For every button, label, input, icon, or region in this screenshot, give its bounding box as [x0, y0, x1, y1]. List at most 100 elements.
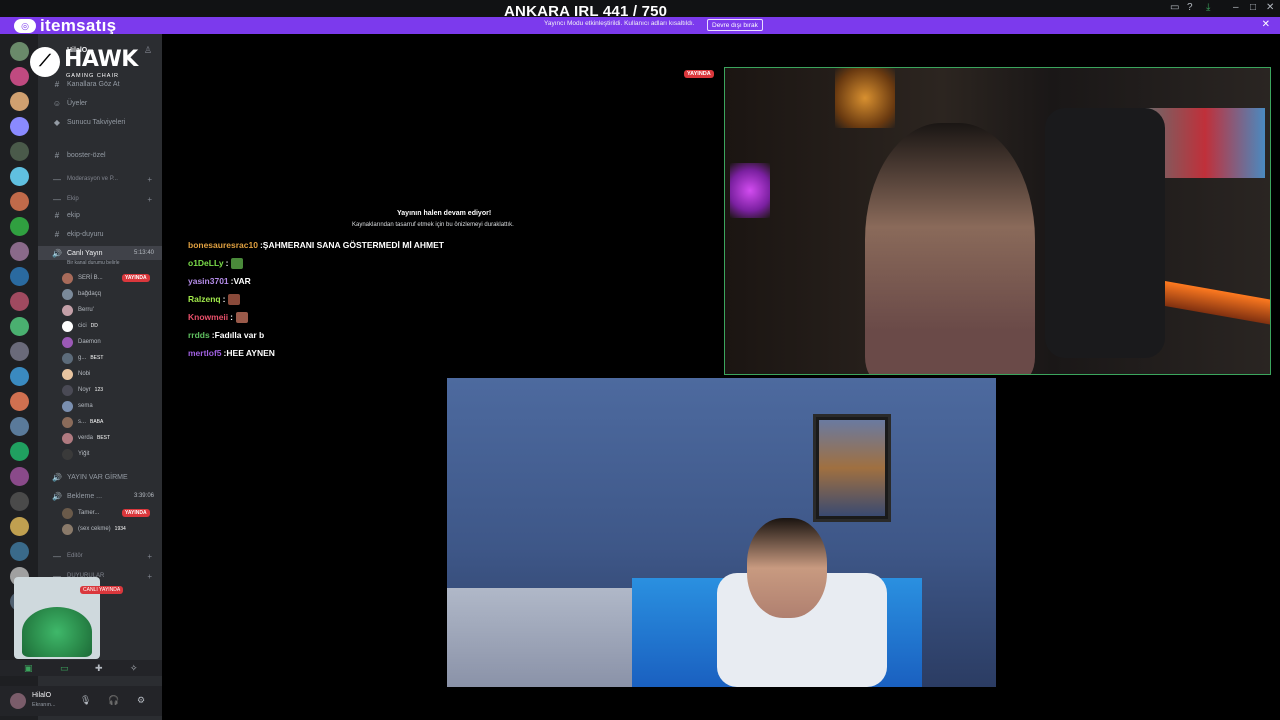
voice-member[interactable]: Tamer... YAYINDA [62, 506, 162, 520]
server-icon[interactable] [10, 292, 29, 311]
stream-live-badge: YAYINDA [684, 70, 714, 78]
chat-username: mertlof5 [188, 348, 222, 358]
member-name: (sex cekme) [78, 526, 111, 532]
close-window-icon[interactable]: ✕ [1266, 2, 1274, 13]
server-icon[interactable] [10, 542, 29, 561]
server-icon[interactable] [10, 517, 29, 536]
avatar [62, 368, 73, 380]
server-icon[interactable] [10, 217, 29, 236]
server-icon[interactable] [10, 342, 29, 361]
category-ekip[interactable]: — Ekip + [38, 192, 162, 206]
chat-separator: : [230, 312, 233, 322]
voice-member[interactable]: sema [62, 399, 162, 413]
activities-icon[interactable]: ✚ [95, 663, 103, 674]
screen-share-icon[interactable]: ▭ [60, 663, 69, 674]
avatar [62, 416, 73, 428]
voice-member[interactable]: s... BABA [62, 415, 162, 429]
live-badge: YAYINDA [122, 509, 150, 517]
chat-text: Fadılla var b [214, 330, 265, 340]
member-name: Berru' [78, 307, 94, 313]
avatar [62, 384, 73, 396]
server-icon[interactable] [10, 317, 29, 336]
add-channel-icon[interactable]: + [147, 572, 152, 581]
voice-member[interactable]: Yiğit [62, 447, 162, 461]
user-name[interactable]: HilalO [32, 692, 51, 699]
sidebar-item-members[interactable]: ☺ Üyeler [38, 96, 162, 110]
chat-text: VAR [233, 276, 251, 286]
disable-streamer-mode-button[interactable]: Devre dışı bırak [707, 19, 763, 31]
server-icon[interactable] [10, 142, 29, 161]
channel-status-hint[interactable]: Bir kanal durumu belirle [38, 258, 162, 267]
member-name: g... [78, 355, 87, 361]
voice-timer: 5:13:40 [133, 250, 154, 256]
avatar [62, 352, 73, 364]
server-icon[interactable] [10, 67, 29, 86]
add-channel-icon[interactable]: + [147, 195, 152, 204]
chat-message: rrdds : Fadılla var b [188, 328, 264, 342]
close-notice-icon[interactable]: ✕ [1262, 19, 1270, 30]
server-icon[interactable] [10, 442, 29, 461]
voice-timer: 3:39:06 [133, 493, 154, 499]
channel-ekip-duyuru[interactable]: # ekip-duyuru [38, 227, 162, 241]
maximize-icon[interactable]: □ [1250, 2, 1256, 13]
server-icon[interactable] [10, 117, 29, 136]
avatar [62, 272, 73, 284]
channel-ekip[interactable]: # ekip [38, 208, 162, 222]
chat-message: yasin3701 : VAR [188, 274, 251, 288]
brand-name: itemsatış [40, 16, 117, 35]
category-editor[interactable]: — Editör + [38, 549, 162, 563]
voice-channel-bekleme[interactable]: 🔊 Bekleme ... 3:39:06 [38, 489, 162, 503]
voice-member[interactable]: Noyr 123 [62, 383, 162, 397]
sponsor-word: HAWK [64, 47, 138, 72]
pip-live-badge: CANLI YAYINDA [80, 586, 124, 594]
server-icon[interactable] [10, 42, 29, 61]
server-icon[interactable] [10, 167, 29, 186]
sidebar-item-booster-ozel[interactable]: # booster-özel [38, 148, 162, 162]
voice-member[interactable]: SERİ B... YAYINDA [62, 271, 162, 285]
emote-icon [228, 293, 241, 305]
pip-thumbnail [22, 607, 92, 657]
member-name: Noyr [78, 387, 91, 393]
server-icon[interactable] [10, 467, 29, 486]
add-member-icon[interactable]: ♙ [144, 45, 152, 56]
add-channel-icon[interactable]: + [147, 552, 152, 561]
voice-member[interactable]: cici DD [62, 319, 162, 333]
inbox-icon[interactable]: ▭ [1170, 2, 1179, 13]
avatar[interactable] [10, 693, 26, 709]
help-icon[interactable]: ? [1187, 2, 1193, 13]
server-icon[interactable] [10, 242, 29, 261]
members-icon: ☺ [52, 98, 62, 108]
user-status: Ekranın... [32, 702, 56, 708]
voice-channel-yayin-var-girme[interactable]: 🔊 YAYIN VAR GİRME [38, 470, 162, 484]
add-channel-icon[interactable]: + [147, 175, 152, 184]
member-name: Tamer... [78, 510, 100, 516]
category-moderasyon[interactable]: — Moderasyon ve P... + [38, 172, 162, 186]
microphone-icon[interactable]: 🎙 [80, 695, 91, 706]
minimize-icon[interactable]: – [1233, 2, 1239, 13]
voice-member[interactable]: bağdaçq [62, 287, 162, 301]
server-icon[interactable] [10, 267, 29, 286]
server-icon[interactable] [10, 392, 29, 411]
server-icon[interactable] [10, 367, 29, 386]
server-icon[interactable] [10, 492, 29, 511]
camera-icon[interactable]: ▣ [24, 663, 33, 674]
soundboard-icon[interactable]: ✧ [130, 663, 138, 674]
voice-member[interactable]: (sex cekme) 1934 [62, 522, 162, 536]
voice-member[interactable]: Berru' [62, 303, 162, 317]
settings-gear-icon[interactable]: ⚙ [137, 695, 145, 706]
server-icon[interactable] [10, 92, 29, 111]
headphones-icon[interactable]: 🎧 [108, 695, 119, 706]
server-icon[interactable] [10, 192, 29, 211]
voice-member[interactable]: verda BEST [62, 431, 162, 445]
voice-member[interactable]: g... BEST [62, 351, 162, 365]
member-tag: BEST [90, 355, 104, 361]
chat-message: bonesauresrac10 : ŞAHMERANI SANA GÖSTERM… [188, 238, 444, 252]
voice-member[interactable]: Daemon [62, 335, 162, 349]
server-icon[interactable] [10, 417, 29, 436]
voice-member[interactable]: Nobi [62, 367, 162, 381]
download-icon[interactable]: ⤓ [1206, 2, 1210, 13]
avatar [62, 400, 73, 412]
locked-hash-icon: # [54, 210, 60, 220]
sidebar-item-boosts[interactable]: ◆ Sunucu Takviyeleri [38, 115, 162, 129]
webcam-feed-top [724, 67, 1271, 375]
